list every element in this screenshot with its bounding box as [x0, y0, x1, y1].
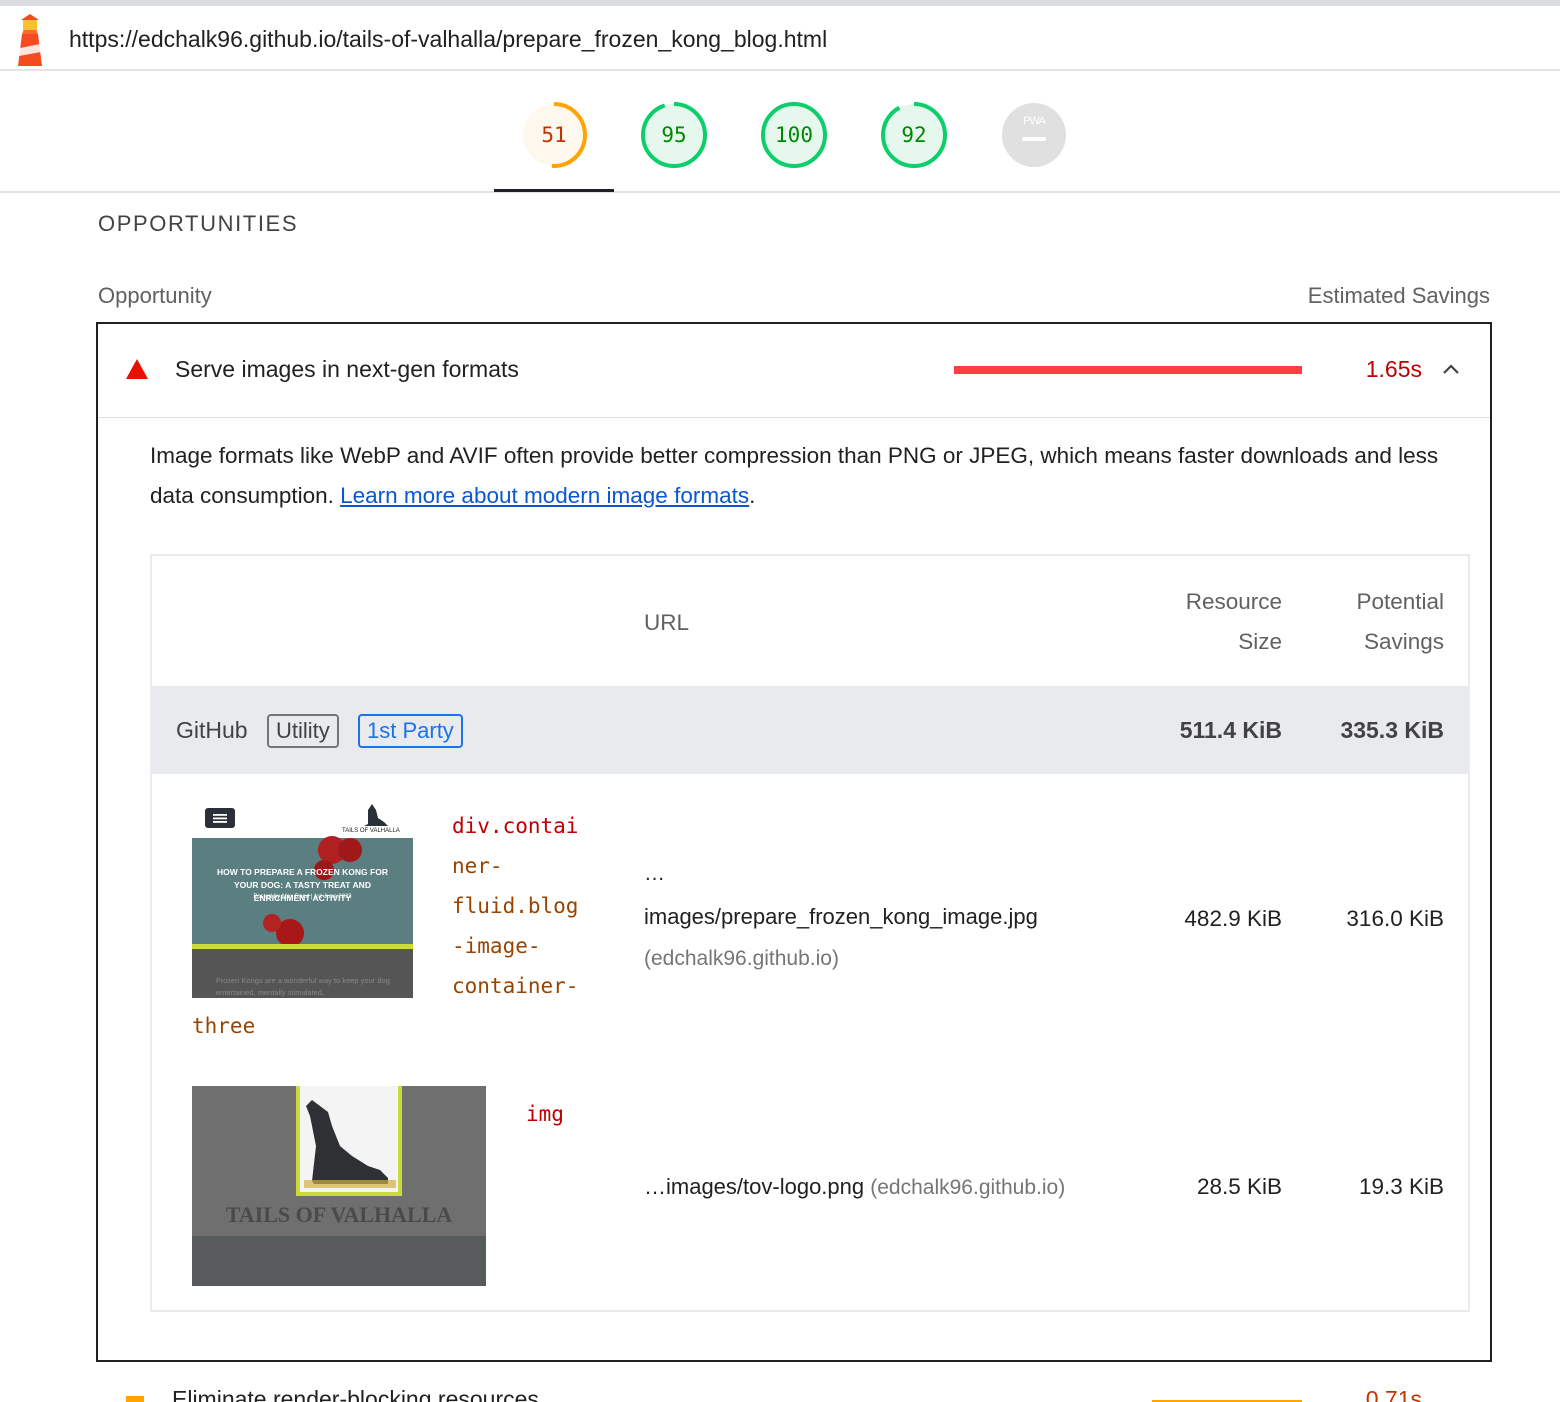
node-selector-line: div.contai: [452, 814, 579, 838]
lighthouse-logo-icon: [18, 14, 42, 66]
resource-url-1[interactable]: images/prepare_frozen_kong_image.jpg (ed…: [644, 896, 1124, 979]
column-header-opportunity: Opportunity: [98, 283, 212, 308]
node-selector-1: div.contai ner- fluid.blog -image- conta…: [452, 806, 592, 1006]
audit-title: Eliminate render-blocking resources: [172, 1386, 539, 1402]
gauge-pwa[interactable]: PWA: [1000, 101, 1068, 169]
resource-host: (edchalk96.github.io): [870, 1176, 1066, 1199]
entity-tag-utility: Utility: [267, 714, 339, 748]
pwa-dash-icon: [1022, 137, 1046, 141]
active-gauge-indicator: [494, 189, 614, 192]
node-selector-line: container-: [452, 974, 579, 998]
table-header-url: URL: [644, 610, 690, 635]
node-selector-line: three: [192, 1014, 256, 1038]
average-square-icon: [126, 1396, 144, 1402]
node-selector-line: -image-: [452, 934, 541, 958]
url-bar: https://edchalk96.github.io/tails-of-val…: [0, 0, 1560, 71]
page-url[interactable]: https://edchalk96.github.io/tails-of-val…: [69, 26, 827, 53]
url-ellipsis: …: [644, 862, 665, 885]
resource-host: (edchalk96.github.io): [644, 947, 839, 970]
gauge-best-practices[interactable]: 100: [760, 101, 828, 169]
audit-description-period: .: [749, 483, 756, 508]
gauge-accessibility[interactable]: 95: [640, 101, 708, 169]
audit-savings: 0.71s: [1365, 1386, 1422, 1402]
entity-total-size: 511.4 KiB: [1179, 717, 1282, 743]
savings-bar: [954, 366, 1302, 374]
resource-size-2: 28.5 KiB: [1196, 1174, 1282, 1199]
resource-url-2[interactable]: …images/tov-logo.png (edchalk96.github.i…: [644, 1174, 1065, 1200]
node-selector-2: img: [526, 1102, 564, 1126]
thumb-byline-text: Posted by Max Reed | 1st June 2023: [253, 894, 352, 900]
table-header-resource-size-line2: Size: [1238, 629, 1282, 654]
entity-total-savings: 335.3 KiB: [1340, 717, 1444, 743]
gauge-score-performance: 51: [541, 123, 567, 147]
pwa-label: PWA: [1023, 115, 1046, 127]
resource-size-1: 482.9 KiB: [1184, 906, 1282, 931]
potential-savings-2: 19.3 KiB: [1358, 1174, 1444, 1199]
section-title: OPPORTUNITIES: [98, 211, 299, 236]
fail-triangle-icon: [126, 359, 148, 379]
audit-description: Image formats like WebP and AVIF often p…: [150, 436, 1460, 516]
gauge-score-accessibility: 95: [661, 123, 687, 147]
audit-header[interactable]: Serve images in next-gen formats 1.65s: [98, 324, 1490, 418]
logo-brand-text: TAILS OF VALHALLA: [225, 1202, 453, 1227]
gauge-seo[interactable]: 92: [880, 101, 948, 169]
learn-more-link[interactable]: Learn more about modern image formats: [340, 483, 749, 508]
gauge-score-best-practices: 100: [775, 123, 813, 147]
potential-savings-1: 316.0 KiB: [1346, 906, 1444, 931]
pwa-badge-icon: [1002, 103, 1066, 167]
entity-name: GitHub: [176, 717, 248, 743]
audit-eliminate-render-blocking[interactable]: Eliminate render-blocking resources 0.71…: [96, 1380, 1492, 1402]
table-header-resource-size: Resource Size: [1142, 582, 1282, 662]
chevron-up-icon[interactable]: [1440, 358, 1462, 380]
entity-group-row: GitHub Utility 1st Party 511.4 KiB 335.3…: [152, 686, 1468, 774]
table-header-resource-size-line1: Resource: [1185, 589, 1282, 614]
logo-screenshot-image: [192, 1086, 486, 1286]
thumb-body-text: Frozen Kongs are a wonderful way to keep…: [216, 976, 390, 997]
resource-url-text: images/prepare_frozen_kong_image.jpg: [644, 904, 1038, 929]
node-selector-line: fluid.blog: [452, 894, 579, 918]
table-header-potential-savings: Potential Savings: [1304, 582, 1444, 662]
resource-url-text: …images/tov-logo.png: [644, 1174, 865, 1199]
node-thumbnail-blog-image[interactable]: TAILS OF VALHALLA HOW TO PREPARE A FROZE…: [192, 798, 413, 998]
score-gauges: 51 95 100 92 PWA: [0, 71, 1560, 193]
column-header-estimated-savings: Estimated Savings: [1307, 283, 1490, 308]
thumb-brand-text: TAILS OF VALHALLA: [342, 828, 400, 834]
audit-savings: 1.65s: [1365, 356, 1422, 382]
node-selector-line: ner-: [452, 854, 503, 878]
audit-title: Serve images in next-gen formats: [175, 356, 519, 382]
node-thumbnail-logo[interactable]: TAILS OF VALHALLA: [192, 1086, 486, 1286]
gauge-performance[interactable]: 51: [520, 101, 588, 169]
entity-tag-first-party: 1st Party: [358, 714, 463, 748]
table-header-potential-savings-line1: Potential: [1356, 589, 1444, 614]
details-table: URL Resource Size Potential Savings GitH…: [150, 554, 1470, 1312]
gauge-score-seo: 92: [901, 123, 927, 147]
audit-serve-next-gen-images: Serve images in next-gen formats 1.65s I…: [96, 322, 1492, 1362]
table-header-potential-savings-line2: Savings: [1363, 629, 1444, 654]
